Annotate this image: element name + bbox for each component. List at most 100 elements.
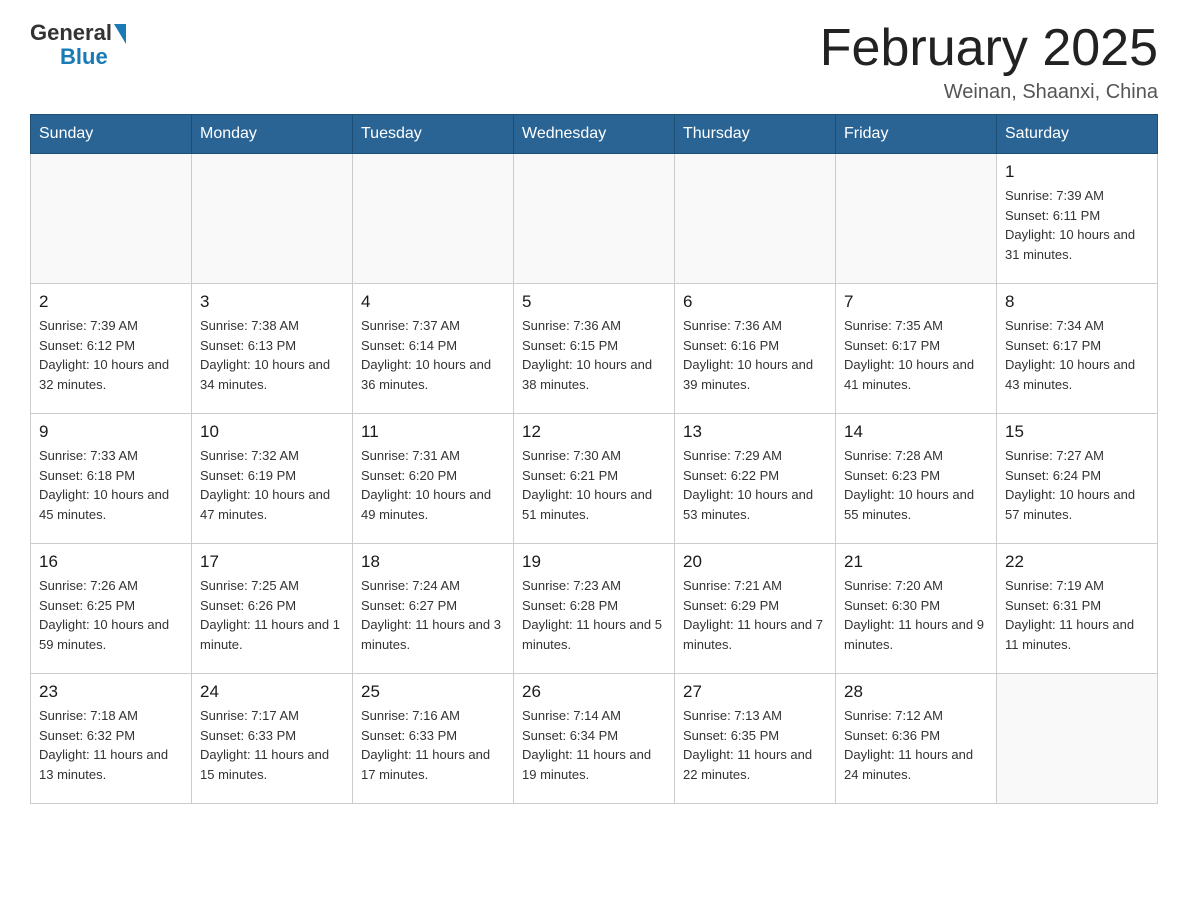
day-info: Sunrise: 7:13 AM Sunset: 6:35 PM Dayligh… [683, 706, 827, 784]
table-row: 16Sunrise: 7:26 AM Sunset: 6:25 PM Dayli… [31, 544, 192, 674]
table-row: 21 Sunrise: 7:20 AM Sunset: 6:30 PM Dayli… [836, 544, 997, 674]
day-info: Sunrise: 7:19 AM Sunset: 6:31 PM Dayligh… [1005, 576, 1149, 654]
day-number: 13 [683, 422, 827, 442]
table-row: 11 Sunrise: 7:31 AM Sunset: 6:20 PM Dayli… [353, 414, 514, 544]
header-thursday: Thursday [675, 115, 836, 154]
day-info: Sunrise: 7:36 AM Sunset: 6:15 PM Dayligh… [522, 316, 666, 394]
calendar-week-row: 9 Sunrise: 7:33 AM Sunset: 6:18 PM Daylig… [31, 414, 1158, 544]
table-row: 5 Sunrise: 7:36 AM Sunset: 6:15 PM Daylig… [514, 284, 675, 414]
day-number: 3 [200, 292, 344, 312]
day-number: 26 [522, 682, 666, 702]
header-sunday: Sunday [31, 115, 192, 154]
table-row: 3 Sunrise: 7:38 AM Sunset: 6:13 PM Daylig… [192, 284, 353, 414]
day-number: 8 [1005, 292, 1149, 312]
logo: General Blue [30, 20, 126, 70]
table-row: 19 Sunrise: 7:23 AM Sunset: 6:28 PM Dayli… [514, 544, 675, 674]
day-number: 10 [200, 422, 344, 442]
day-info: Sunrise: 7:14 AM Sunset: 6:34 PM Dayligh… [522, 706, 666, 784]
day-info: Sunrise: 7:34 AM Sunset: 6:17 PM Dayligh… [1005, 316, 1149, 394]
table-row: 7Sunrise: 7:35 AM Sunset: 6:17 PM Daylig… [836, 284, 997, 414]
table-row: 26 Sunrise: 7:14 AM Sunset: 6:34 PM Dayli… [514, 674, 675, 804]
day-info: Sunrise: 7:39 AM Sunset: 6:12 PM Dayligh… [39, 316, 183, 394]
table-row [353, 154, 514, 284]
header-monday: Monday [192, 115, 353, 154]
table-row: 2 Sunrise: 7:39 AM Sunset: 6:12 PM Daylig… [31, 284, 192, 414]
day-info: Sunrise: 7:17 AM Sunset: 6:33 PM Dayligh… [200, 706, 344, 784]
day-info: Sunrise: 7:33 AM Sunset: 6:18 PM Dayligh… [39, 446, 183, 524]
day-number: 16 [39, 552, 183, 572]
day-info: Sunrise: 7:36 AM Sunset: 6:16 PM Dayligh… [683, 316, 827, 394]
day-info: Sunrise: 7:23 AM Sunset: 6:28 PM Dayligh… [522, 576, 666, 654]
day-number: 27 [683, 682, 827, 702]
table-row: 4 Sunrise: 7:37 AM Sunset: 6:14 PM Daylig… [353, 284, 514, 414]
calendar-header-row: Sunday Monday Tuesday Wednesday Thursday… [31, 115, 1158, 154]
day-number: 21 [844, 552, 988, 572]
table-row: 13 Sunrise: 7:29 AM Sunset: 6:22 PM Dayli… [675, 414, 836, 544]
logo-blue-text: Blue [60, 44, 108, 70]
table-row: 1 Sunrise: 7:39 AM Sunset: 6:11 PM Daylig… [997, 154, 1158, 284]
table-row: 12 Sunrise: 7:30 AM Sunset: 6:21 PM Dayli… [514, 414, 675, 544]
table-row: 28 Sunrise: 7:12 AM Sunset: 6:36 PM Dayli… [836, 674, 997, 804]
table-row [514, 154, 675, 284]
day-info: Sunrise: 7:31 AM Sunset: 6:20 PM Dayligh… [361, 446, 505, 524]
day-number: 11 [361, 422, 505, 442]
day-number: 17 [200, 552, 344, 572]
header-wednesday: Wednesday [514, 115, 675, 154]
location-text: Weinan, Shaanxi, China [820, 81, 1158, 104]
day-number: 24 [200, 682, 344, 702]
calendar-table: Sunday Monday Tuesday Wednesday Thursday… [30, 114, 1158, 804]
day-info: Sunrise: 7:12 AM Sunset: 6:36 PM Dayligh… [844, 706, 988, 784]
day-number: 6 [683, 292, 827, 312]
table-row: 15 Sunrise: 7:27 AM Sunset: 6:24 PM Dayli… [997, 414, 1158, 544]
day-number: 18 [361, 552, 505, 572]
day-info: Sunrise: 7:16 AM Sunset: 6:33 PM Dayligh… [361, 706, 505, 784]
day-info: Sunrise: 7:30 AM Sunset: 6:21 PM Dayligh… [522, 446, 666, 524]
table-row: 17 Sunrise: 7:25 AM Sunset: 6:26 PM Dayli… [192, 544, 353, 674]
table-row: 24 Sunrise: 7:17 AM Sunset: 6:33 PM Dayli… [192, 674, 353, 804]
table-row: 6 Sunrise: 7:36 AM Sunset: 6:16 PM Daylig… [675, 284, 836, 414]
day-number: 23 [39, 682, 183, 702]
day-number: 2 [39, 292, 183, 312]
day-number: 4 [361, 292, 505, 312]
table-row: 23Sunrise: 7:18 AM Sunset: 6:32 PM Dayli… [31, 674, 192, 804]
header-friday: Friday [836, 115, 997, 154]
day-number: 15 [1005, 422, 1149, 442]
page-header: General Blue February 2025 Weinan, Shaan… [30, 20, 1158, 104]
table-row: 20 Sunrise: 7:21 AM Sunset: 6:29 PM Dayli… [675, 544, 836, 674]
header-saturday: Saturday [997, 115, 1158, 154]
day-number: 28 [844, 682, 988, 702]
day-number: 7 [844, 292, 988, 312]
day-number: 25 [361, 682, 505, 702]
day-info: Sunrise: 7:39 AM Sunset: 6:11 PM Dayligh… [1005, 186, 1149, 264]
table-row [997, 674, 1158, 804]
day-number: 20 [683, 552, 827, 572]
table-row: 27 Sunrise: 7:13 AM Sunset: 6:35 PM Dayli… [675, 674, 836, 804]
table-row [31, 154, 192, 284]
day-number: 1 [1005, 162, 1149, 182]
day-info: Sunrise: 7:38 AM Sunset: 6:13 PM Dayligh… [200, 316, 344, 394]
table-row: 22 Sunrise: 7:19 AM Sunset: 6:31 PM Dayli… [997, 544, 1158, 674]
day-info: Sunrise: 7:25 AM Sunset: 6:26 PM Dayligh… [200, 576, 344, 654]
day-info: Sunrise: 7:24 AM Sunset: 6:27 PM Dayligh… [361, 576, 505, 654]
table-row [836, 154, 997, 284]
logo-arrow-icon [114, 24, 126, 44]
day-number: 22 [1005, 552, 1149, 572]
day-number: 5 [522, 292, 666, 312]
day-info: Sunrise: 7:37 AM Sunset: 6:14 PM Dayligh… [361, 316, 505, 394]
day-number: 19 [522, 552, 666, 572]
table-row [675, 154, 836, 284]
day-info: Sunrise: 7:20 AM Sunset: 6:30 PM Dayligh… [844, 576, 988, 654]
header-tuesday: Tuesday [353, 115, 514, 154]
calendar-week-row: 2 Sunrise: 7:39 AM Sunset: 6:12 PM Daylig… [31, 284, 1158, 414]
day-number: 9 [39, 422, 183, 442]
table-row: 10 Sunrise: 7:32 AM Sunset: 6:19 PM Dayli… [192, 414, 353, 544]
day-info: Sunrise: 7:29 AM Sunset: 6:22 PM Dayligh… [683, 446, 827, 524]
calendar-week-row: 23Sunrise: 7:18 AM Sunset: 6:32 PM Dayli… [31, 674, 1158, 804]
calendar-week-row: 1 Sunrise: 7:39 AM Sunset: 6:11 PM Daylig… [31, 154, 1158, 284]
day-info: Sunrise: 7:32 AM Sunset: 6:19 PM Dayligh… [200, 446, 344, 524]
day-info: Sunrise: 7:21 AM Sunset: 6:29 PM Dayligh… [683, 576, 827, 654]
day-info: Sunrise: 7:27 AM Sunset: 6:24 PM Dayligh… [1005, 446, 1149, 524]
day-number: 12 [522, 422, 666, 442]
day-number: 14 [844, 422, 988, 442]
day-info: Sunrise: 7:28 AM Sunset: 6:23 PM Dayligh… [844, 446, 988, 524]
